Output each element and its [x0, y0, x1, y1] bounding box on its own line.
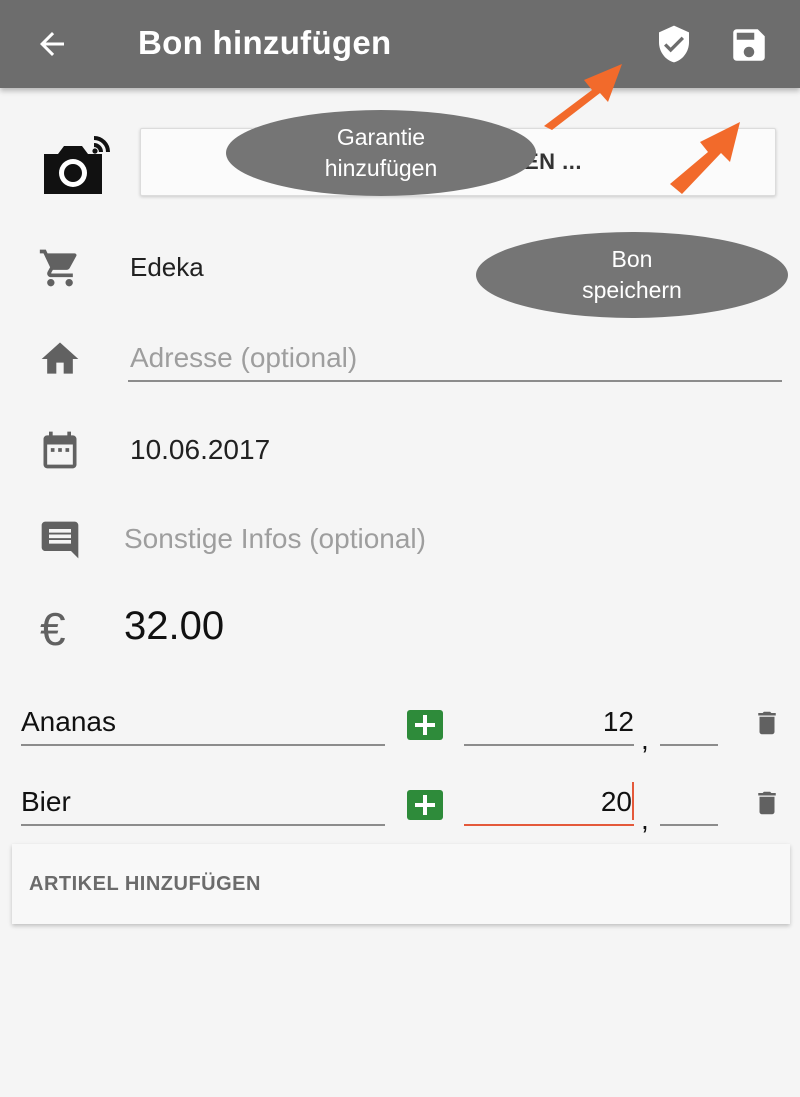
save-icon[interactable] [728, 24, 770, 66]
annotation-warranty-bubble: Garantie hinzufügen [226, 110, 536, 196]
home-icon [41, 342, 79, 374]
annotation-save-bubble: Bon speichern [476, 232, 788, 318]
text-cursor [632, 782, 634, 820]
shield-check-icon[interactable] [654, 24, 694, 64]
decimal-separator: , [641, 724, 649, 755]
item-name-underline [21, 824, 385, 826]
item-name-field[interactable]: Bier [21, 786, 71, 818]
add-warranty-item-button[interactable] [407, 790, 443, 820]
euro-icon: € [40, 603, 66, 655]
item-euros-underline [464, 824, 634, 826]
item-euros-field[interactable]: 12 [464, 706, 634, 738]
pointer-arrow-icon [544, 64, 622, 130]
item-euros-underline [464, 744, 634, 746]
pointer-arrow-icon [670, 122, 740, 194]
calendar-icon [43, 431, 77, 469]
address-underline [128, 380, 782, 382]
item-cents-underline [660, 744, 718, 746]
store-name-field[interactable]: Edeka [130, 252, 204, 283]
trash-icon[interactable] [752, 786, 782, 820]
annotation-save-line1: Bon [611, 246, 653, 272]
cart-icon [39, 249, 77, 287]
app-bar: Bon hinzufügen [0, 0, 800, 88]
annotation-save-line2: speichern [582, 277, 682, 303]
annotation-warranty-line2: hinzufügen [324, 155, 438, 181]
item-name-underline [21, 744, 385, 746]
back-arrow-icon[interactable] [34, 26, 70, 62]
notes-input[interactable]: Sonstige Infos (optional) [124, 523, 426, 555]
camera-icon[interactable] [38, 132, 114, 196]
trash-icon[interactable] [752, 706, 782, 740]
item-cents-underline [660, 824, 718, 826]
decimal-separator: , [641, 804, 649, 835]
page-title: Bon hinzufügen [138, 24, 392, 61]
item-euros-field[interactable]: 20 [464, 786, 632, 818]
annotation-warranty-line1: Garantie [336, 124, 426, 150]
item-name-field[interactable]: Ananas [21, 706, 116, 738]
date-field[interactable]: 10.06.2017 [130, 434, 270, 466]
add-article-button[interactable]: ARTIKEL HINZUFÜGEN [12, 844, 790, 924]
comment-icon [41, 521, 79, 559]
add-warranty-item-button[interactable] [407, 710, 443, 740]
address-input[interactable]: Adresse (optional) [130, 342, 357, 374]
total-amount: 32.00 [124, 604, 225, 648]
